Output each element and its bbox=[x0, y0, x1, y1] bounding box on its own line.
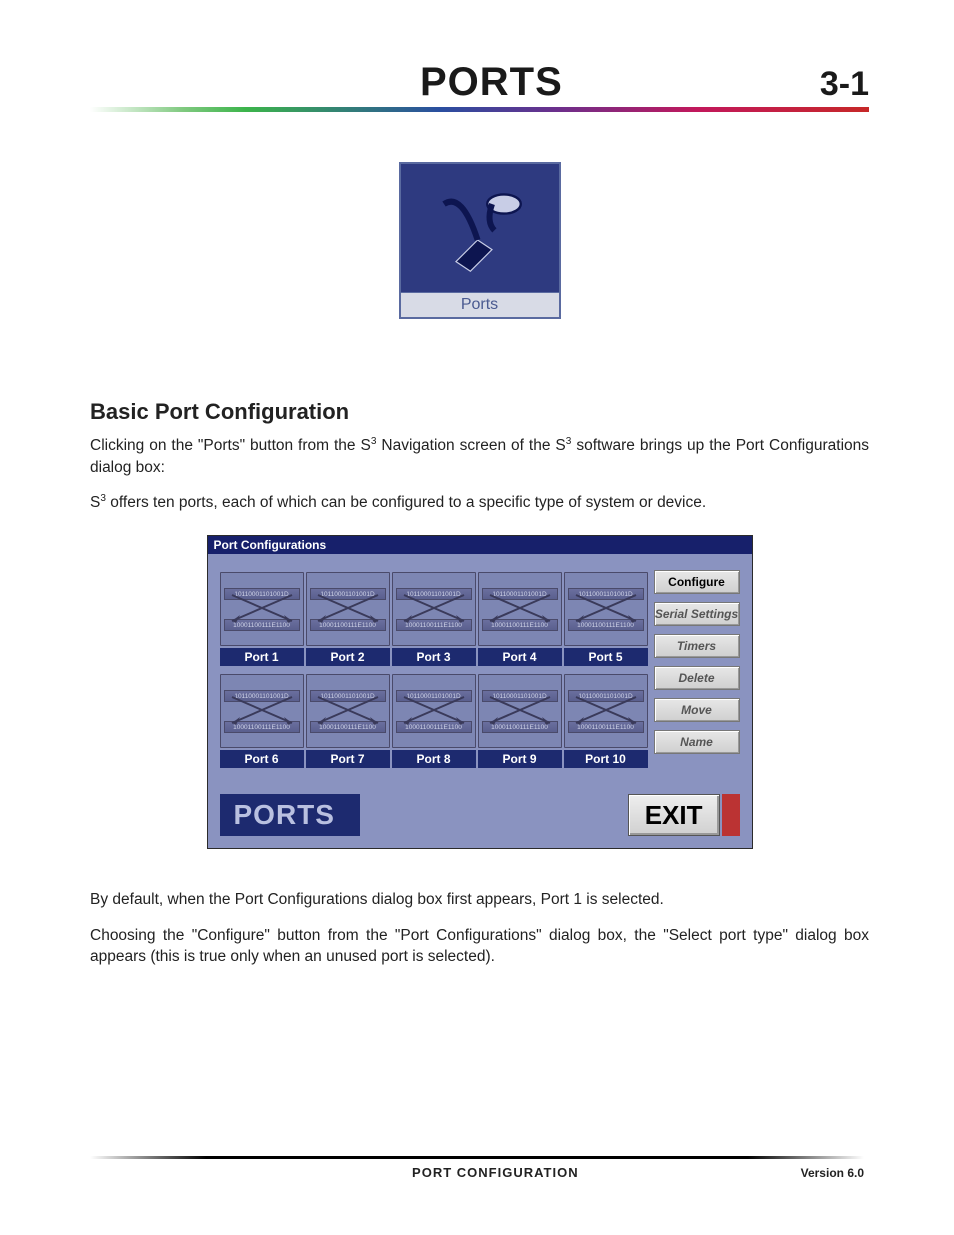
port-cross-icon bbox=[565, 591, 647, 625]
port-art: 10110001101001D10001100111E1100 bbox=[220, 674, 304, 748]
section-heading: Basic Port Configuration bbox=[90, 399, 869, 425]
port-cell-6[interactable]: 10110001101001D10001100111E1100 Port 6 bbox=[220, 674, 304, 768]
port-cell-3[interactable]: 10110001101001D10001100111E1100 Port 3 bbox=[392, 572, 476, 666]
port-cell-5[interactable]: 10110001101001D10001100111E1100 Port 5 bbox=[564, 572, 648, 666]
port-art: 10110001101001D10001100111E1100 bbox=[306, 674, 390, 748]
dialog-titlebar: Port Configurations bbox=[208, 536, 752, 554]
port-cross-icon bbox=[479, 591, 561, 625]
ports-icon-image bbox=[401, 164, 559, 292]
port-cell-4[interactable]: 10110001101001D10001100111E1100 Port 4 bbox=[478, 572, 562, 666]
port-cross-icon bbox=[479, 693, 561, 727]
port-cell-2[interactable]: 10110001101001D10001100111E1100 Port 2 bbox=[306, 572, 390, 666]
port-configurations-dialog: Port Configurations 10110001101001D10001… bbox=[207, 535, 753, 849]
port-art: 10110001101001D10001100111E1100 bbox=[564, 572, 648, 646]
configure-button[interactable]: Configure bbox=[654, 570, 740, 594]
port-cross-icon bbox=[393, 591, 475, 625]
exit-button[interactable]: EXIT bbox=[628, 794, 720, 836]
port-cross-icon bbox=[307, 591, 389, 625]
port-cross-icon bbox=[221, 591, 303, 625]
port-cell-9[interactable]: 10110001101001D10001100111E1100 Port 9 bbox=[478, 674, 562, 768]
paragraph-4: Choosing the "Configure" button from the… bbox=[90, 925, 869, 968]
port-art: 10110001101001D10001100111E1100 bbox=[478, 572, 562, 646]
port-cross-icon bbox=[393, 693, 475, 727]
footer-version: Version 6.0 bbox=[801, 1166, 864, 1180]
port-label: Port 2 bbox=[306, 648, 390, 666]
serial-settings-button[interactable]: Serial Settings bbox=[654, 602, 740, 626]
paragraph-2: S3 offers ten ports, each of which can b… bbox=[90, 492, 869, 514]
port-label: Port 3 bbox=[392, 648, 476, 666]
port-label: Port 1 bbox=[220, 648, 304, 666]
port-label: Port 6 bbox=[220, 750, 304, 768]
port-label: Port 7 bbox=[306, 750, 390, 768]
port-cross-icon bbox=[307, 693, 389, 727]
port-cell-7[interactable]: 10110001101001D10001100111E1100 Port 7 bbox=[306, 674, 390, 768]
port-label: Port 10 bbox=[564, 750, 648, 768]
port-cross-icon bbox=[221, 693, 303, 727]
port-cross-icon bbox=[565, 693, 647, 727]
port-cell-10[interactable]: 10110001101001D10001100111E1100 Port 10 bbox=[564, 674, 648, 768]
port-cell-1[interactable]: 10110001101001D10001100111E1100 Port 1 bbox=[220, 572, 304, 666]
name-button[interactable]: Name bbox=[654, 730, 740, 754]
port-art: 10110001101001D10001100111E1100 bbox=[392, 572, 476, 646]
delete-button[interactable]: Delete bbox=[654, 666, 740, 690]
port-art: 10110001101001D10001100111E1100 bbox=[564, 674, 648, 748]
port-label: Port 5 bbox=[564, 648, 648, 666]
port-art: 10110001101001D10001100111E1100 bbox=[220, 572, 304, 646]
port-cell-8[interactable]: 10110001101001D10001100111E1100 Port 8 bbox=[392, 674, 476, 768]
page-header-number: 3-1 bbox=[820, 65, 869, 104]
page-header-title: PORTS bbox=[420, 60, 563, 105]
ports-icon-button[interactable]: Ports bbox=[399, 162, 561, 319]
timers-button[interactable]: Timers bbox=[654, 634, 740, 658]
port-label: Port 8 bbox=[392, 750, 476, 768]
move-button[interactable]: Move bbox=[654, 698, 740, 722]
port-art: 10110001101001D10001100111E1100 bbox=[392, 674, 476, 748]
footer-rule bbox=[90, 1156, 864, 1159]
paragraph-1: Clicking on the "Ports" button from the … bbox=[90, 435, 869, 478]
port-art: 10110001101001D10001100111E1100 bbox=[478, 674, 562, 748]
port-label: Port 4 bbox=[478, 648, 562, 666]
port-label: Port 9 bbox=[478, 750, 562, 768]
ports-banner: PORTS bbox=[220, 794, 360, 836]
exit-accent bbox=[722, 794, 740, 836]
footer-center: PORT CONFIGURATION bbox=[190, 1165, 801, 1180]
port-art: 10110001101001D10001100111E1100 bbox=[306, 572, 390, 646]
header-rule bbox=[90, 107, 869, 112]
ports-icon-caption: Ports bbox=[401, 292, 559, 317]
paragraph-3: By default, when the Port Configurations… bbox=[90, 889, 869, 910]
